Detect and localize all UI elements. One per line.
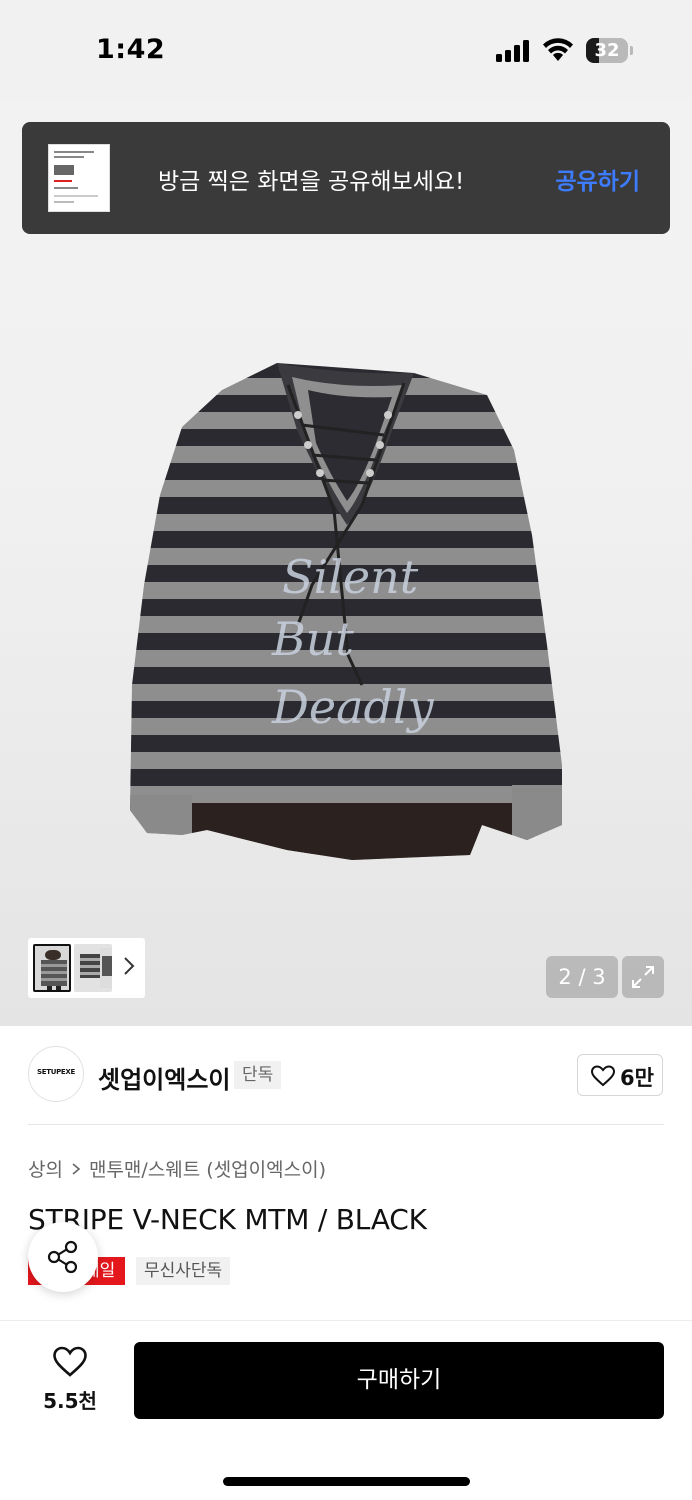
home-indicator: [223, 1477, 470, 1486]
rating-row: [34, 1312, 214, 1320]
toast-share-button[interactable]: 공유하기: [555, 162, 640, 196]
brand-like-button[interactable]: 6만: [577, 1054, 663, 1096]
brand-like-count: 6만: [620, 1066, 654, 1090]
image-thumbnail-strip[interactable]: [28, 938, 145, 998]
expand-image-button[interactable]: [622, 956, 664, 998]
cellular-signal-icon: [496, 40, 529, 62]
image-page-counter: 2 / 3: [546, 956, 618, 998]
wifi-icon: [543, 38, 573, 61]
product-title: STRIPE V-NECK MTM / BLACK: [28, 1203, 427, 1236]
chevron-right-icon[interactable]: [123, 956, 135, 981]
product-image: Silent But Deadly: [130, 363, 562, 860]
screenshot-share-toast: 방금 찍은 화면을 공유해보세요! 공유하기: [22, 122, 670, 234]
share-button[interactable]: [28, 1222, 98, 1292]
thumbnail-2[interactable]: [74, 944, 112, 992]
wish-count: 5.5천: [43, 1389, 97, 1413]
status-time: 1:42: [96, 34, 166, 65]
svg-text:Deadly: Deadly: [271, 680, 435, 734]
brand-logo-text: SETUPEXE: [37, 1068, 75, 1076]
toast-message: 방금 찍은 화면을 공유해보세요!: [158, 169, 465, 195]
musinsa-exclusive-tag: 무신사단독: [136, 1257, 231, 1285]
battery-icon: 32: [586, 38, 633, 63]
battery-percent: 32: [594, 40, 620, 61]
share-icon: [47, 1240, 78, 1274]
breadcrumb: 상의 맨투맨/스웨트 (셋업이엑스이): [28, 1155, 326, 1182]
breadcrumb-subcategory[interactable]: 맨투맨/스웨트 (셋업이엑스이): [89, 1159, 326, 1181]
exclusive-badge: 단독: [234, 1061, 282, 1089]
status-bar: 1:42 32: [0, 0, 692, 100]
screenshot-thumbnail: [48, 144, 110, 212]
brand-logo[interactable]: SETUPEXE: [28, 1046, 84, 1102]
buy-button[interactable]: 구매하기: [134, 1342, 664, 1419]
heart-outline-icon: [590, 1065, 616, 1087]
svg-text:But: But: [271, 612, 354, 666]
svg-text:Silent: Silent: [282, 550, 419, 604]
divider: [28, 1124, 664, 1125]
heart-outline-icon[interactable]: [52, 1346, 88, 1378]
brand-name[interactable]: 셋업이엑스이: [98, 1060, 230, 1095]
thumbnail-1[interactable]: [33, 944, 71, 992]
expand-icon: [632, 966, 654, 988]
chevron-right-icon: [71, 1159, 81, 1181]
breadcrumb-category[interactable]: 상의: [28, 1159, 63, 1181]
